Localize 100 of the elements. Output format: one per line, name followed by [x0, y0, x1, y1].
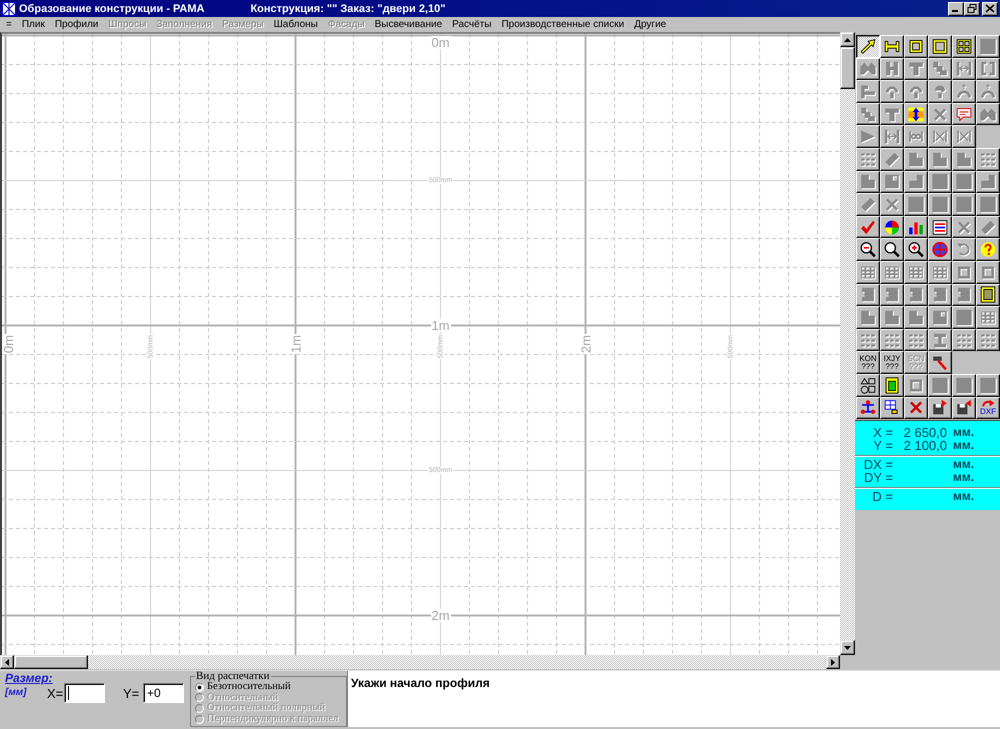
l-block-icon [859, 308, 877, 326]
minimize-button[interactable] [948, 2, 964, 16]
frame-icon [883, 376, 901, 394]
l-block-icon [859, 173, 877, 190]
square-icon [907, 196, 925, 213]
unit-label: [мм] [5, 687, 26, 699]
zoom-in-icon [907, 241, 925, 258]
menu-item[interactable]: Профили [50, 18, 104, 31]
cross-icon [955, 218, 973, 236]
dotted-grid-icon [859, 332, 877, 349]
grid-icon [907, 264, 925, 281]
corner-block-icon [979, 173, 997, 190]
scroll-thumb[interactable] [840, 47, 855, 89]
floppy-icon [931, 399, 949, 416]
arc-icon [955, 82, 973, 100]
l-block-icon [883, 308, 901, 326]
axis-label: 0m [2, 334, 15, 354]
input-field[interactable]: +0 [143, 683, 184, 703]
l-block-icon [931, 150, 949, 168]
grid-icon [979, 308, 997, 326]
l-block-icon [907, 150, 925, 168]
down-arrow-icon [844, 646, 851, 650]
step-shape-icon [859, 106, 877, 123]
color-wheel-icon [883, 218, 901, 236]
menu-item[interactable]: Плик [16, 18, 50, 31]
cross-icon [883, 196, 901, 213]
tool-button[interactable]: DXF [976, 396, 1000, 420]
l-block-icon [907, 308, 925, 326]
menu-item[interactable]: Шаблоны [268, 18, 323, 31]
check-icon [859, 218, 877, 236]
step-shape-icon [931, 60, 949, 78]
close-button[interactable] [982, 2, 998, 16]
speech-bubble-icon [955, 106, 973, 123]
menu-item[interactable]: = [1, 18, 17, 31]
field-label: X= [47, 686, 64, 700]
dotted-grid-icon [955, 332, 973, 349]
magnifier-icon [883, 241, 901, 258]
window-title: Образование конструкции - РАМА [19, 2, 204, 14]
axis-label: 1m [289, 334, 302, 354]
striped-card-icon [931, 218, 949, 236]
i-beam-icon [931, 332, 949, 349]
scroll-up-button[interactable] [840, 32, 855, 47]
dimension-icon [955, 60, 973, 78]
dotted-grid-icon [883, 332, 901, 349]
door-icon [979, 286, 997, 304]
square-frame-icon [931, 38, 949, 55]
scroll-thumb[interactable] [14, 655, 88, 669]
menu-item[interactable]: Расчёты [447, 18, 496, 31]
window-frame-icon [955, 38, 973, 55]
floppy-icon [955, 399, 973, 416]
roof-shape-icon [979, 106, 997, 123]
scroll-right-button[interactable] [826, 655, 840, 669]
menu-item[interactable]: Производственные списки [496, 18, 630, 31]
menu-item[interactable]: Высвечивание [370, 18, 448, 31]
tool-button[interactable]: KON ??? [856, 351, 880, 374]
square-icon [955, 376, 973, 394]
t-shape-icon [883, 106, 901, 123]
coordinate-label: X = [872, 426, 893, 440]
input-field[interactable] [64, 683, 105, 703]
zoom-out-icon [859, 241, 877, 258]
h-block-icon [883, 60, 901, 78]
coordinate-label: Y = [872, 439, 893, 452]
coordinate-value: 2 650,0 [902, 426, 947, 440]
bracket-frame-icon [979, 60, 997, 78]
square-icon [955, 173, 973, 190]
t-joint-icon [859, 82, 877, 100]
axis-label: 0m [430, 36, 451, 48]
panel-icon [955, 286, 973, 304]
restore-button[interactable] [964, 2, 980, 16]
tool-button[interactable] [856, 35, 880, 58]
dotted-grid-icon [907, 332, 925, 349]
menu-item[interactable]: Другие [629, 18, 672, 31]
right-arrow-icon [831, 658, 835, 666]
panel-icon [859, 286, 877, 304]
square-frame-icon [907, 38, 925, 55]
square-icon [979, 38, 997, 55]
coordinate-value: 2 100,0 [902, 439, 947, 452]
cross-icon [931, 106, 949, 123]
notched-block-icon [883, 173, 901, 190]
square-icon [931, 196, 949, 213]
square-icon [979, 376, 997, 394]
scroll-left-button[interactable] [0, 655, 14, 669]
window-frame-icon [2, 2, 16, 16]
unit-label: мм. [953, 490, 974, 504]
corner-block-icon [907, 173, 925, 190]
notched-block-icon [931, 308, 949, 326]
dotted-grid-icon [859, 150, 877, 168]
left-arrow-icon [5, 658, 9, 666]
dotted-grid-icon [979, 150, 997, 168]
horizontal-scrollbar[interactable] [0, 655, 840, 669]
grid-icon [859, 264, 877, 281]
up-arrow-icon [844, 38, 851, 42]
scroll-down-button[interactable] [840, 640, 855, 655]
arc-icon [979, 82, 997, 100]
vertical-scrollbar[interactable] [840, 32, 855, 655]
status-message: Укажи начало профиля [351, 676, 490, 690]
axis-label: 2m [579, 334, 592, 354]
radio-label[interactable]: Безотносительный [207, 682, 291, 693]
radio-button[interactable] [195, 682, 204, 692]
tool-button[interactable]: IXJY ??? [880, 351, 904, 374]
